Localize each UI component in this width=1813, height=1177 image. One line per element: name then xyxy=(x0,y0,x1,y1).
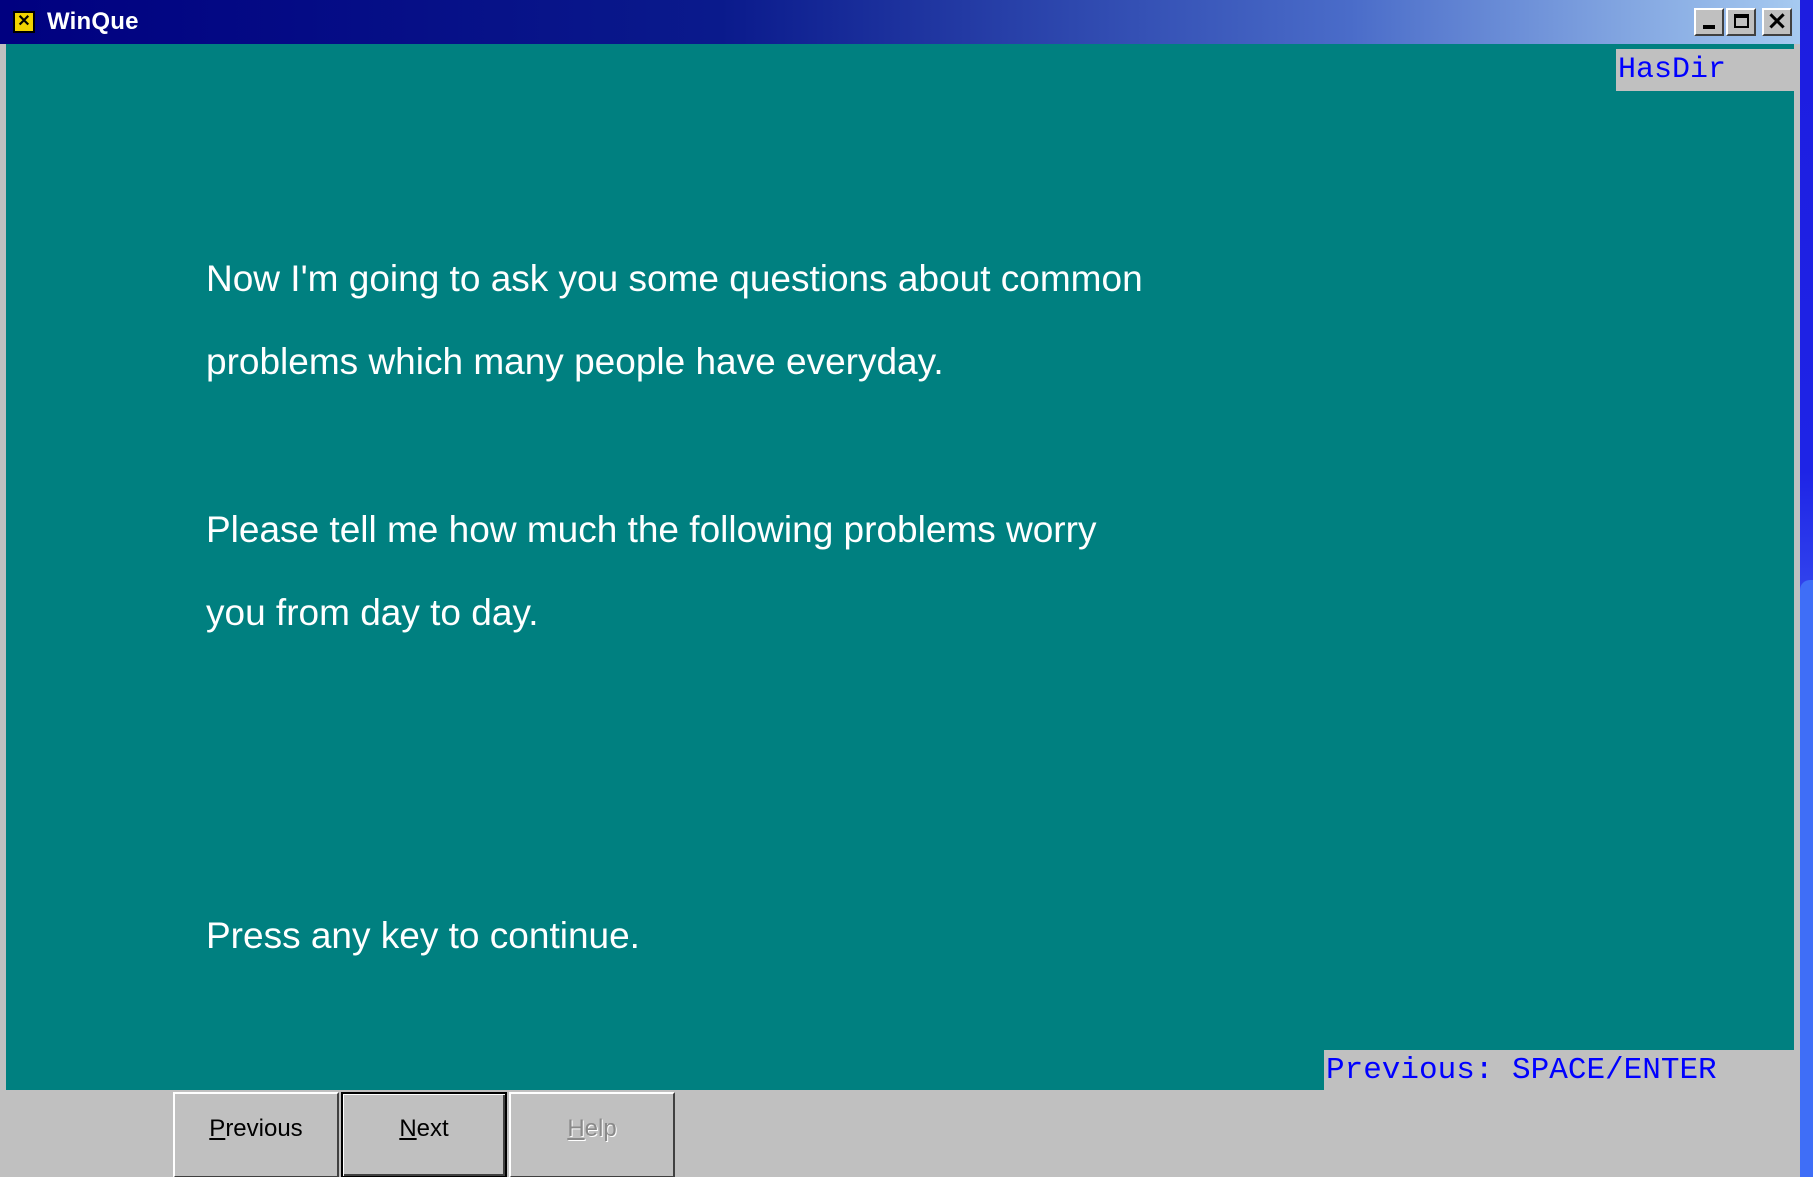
close-icon: × xyxy=(1766,6,1788,36)
next-button-accelerator: N xyxy=(399,1115,417,1142)
status-indicator-bottom: Previous: SPACE/ENTER xyxy=(1324,1050,1794,1092)
navigation-bar: Previous Next Help xyxy=(0,1092,1800,1177)
maximize-icon xyxy=(1734,14,1749,28)
window-controls: × xyxy=(1694,6,1792,36)
minimize-button[interactable] xyxy=(1694,8,1724,36)
next-button-label: ext xyxy=(416,1115,449,1142)
winque-window: ✕ WinQue × HasDir Now I'm going to ask y… xyxy=(0,0,1800,1177)
previous-button[interactable]: Previous xyxy=(173,1092,339,1177)
question-panel: HasDir Now I'm going to ask you some que… xyxy=(6,44,1794,1092)
application-x-icon[interactable]: ✕ xyxy=(13,11,35,33)
help-button-accelerator: H xyxy=(567,1115,585,1142)
previous-button-label: revious xyxy=(225,1115,303,1142)
prompt-line-3: Please tell me how much the following pr… xyxy=(206,509,1097,550)
minimize-icon xyxy=(1703,25,1715,29)
close-button[interactable]: × xyxy=(1762,6,1792,36)
prompt-line-2: problems which many people have everyday… xyxy=(206,341,944,382)
status-indicator-top: HasDir xyxy=(1616,49,1794,91)
desktop-backdrop-shape xyxy=(1800,580,1813,1177)
next-button[interactable]: Next xyxy=(341,1092,507,1177)
help-button-label: elp xyxy=(584,1115,617,1142)
prompt-line-4: you from day to day. xyxy=(206,592,539,633)
title-bar[interactable]: ✕ WinQue × xyxy=(0,0,1800,44)
window-title: WinQue xyxy=(47,8,139,35)
prompt-line-1: Now I'm going to ask you some questions … xyxy=(206,258,1143,299)
maximize-button[interactable] xyxy=(1726,8,1756,36)
desktop-backdrop xyxy=(1800,0,1813,1177)
screen: ✕ WinQue × HasDir Now I'm going to ask y… xyxy=(0,0,1813,1177)
help-button[interactable]: Help xyxy=(509,1092,675,1177)
previous-button-accelerator: P xyxy=(209,1115,226,1142)
continue-instruction: Press any key to continue. xyxy=(206,915,640,956)
